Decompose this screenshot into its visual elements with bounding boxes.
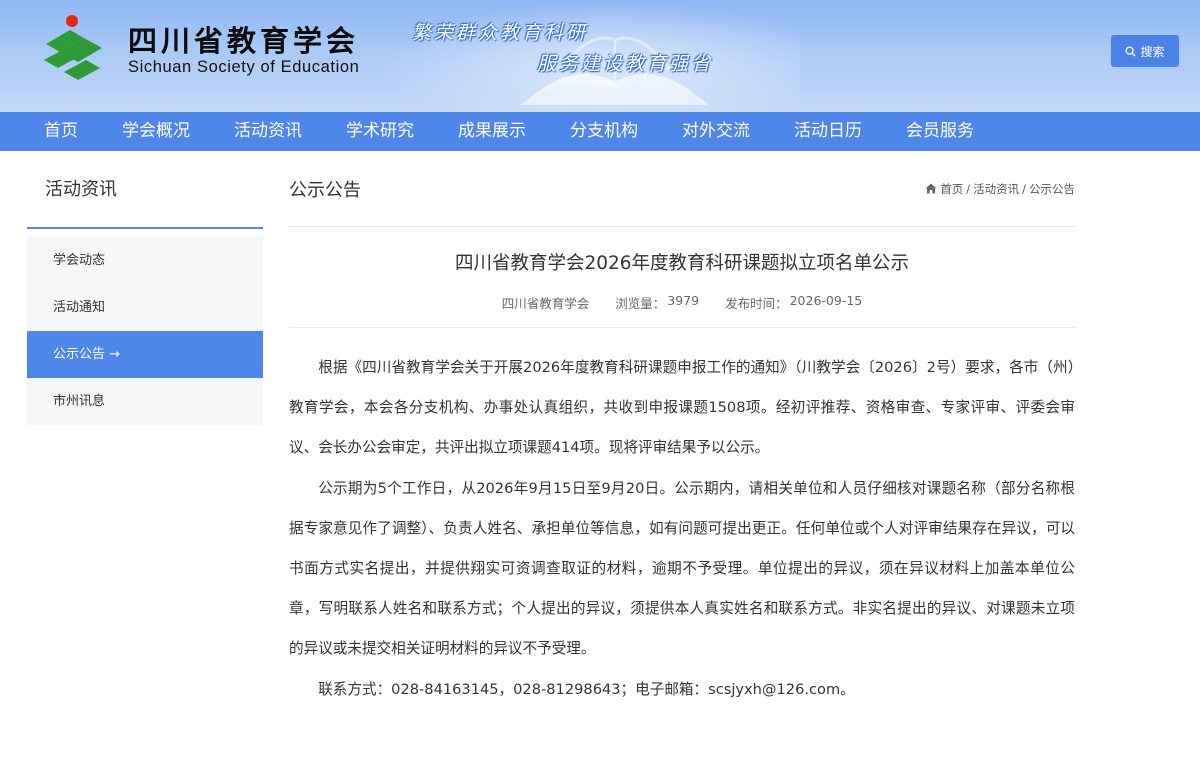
article-paragraph: 根据《四川省教育学会关于开展2026年度教育科研课题申报工作的通知》（川教学会〔… xyxy=(289,359,1075,457)
main-nav: 首页 学会概况 活动资讯 学术研究 成果展示 分支机构 对外交流 活动日历 会员… xyxy=(0,112,1200,151)
sidebar-item-city-news[interactable]: 市州讯息 xyxy=(27,378,263,425)
nav-item-branches[interactable]: 分支机构 xyxy=(548,112,660,151)
sidebar-item-announcements[interactable]: 公示公告 → xyxy=(27,331,263,378)
views-value: 3979 xyxy=(667,293,700,308)
article-title: 四川省教育学会2026年度教育科研课题拟立项名单公示 xyxy=(454,253,910,274)
nav-item-research[interactable]: 学术研究 xyxy=(324,112,436,151)
section-title: 公示公告 xyxy=(289,179,361,201)
breadcrumb: 首页 / 活动资讯 / 公示公告 xyxy=(925,181,1075,197)
article-body: 根据《四川省教育学会关于开展2026年度教育科研课题申报工作的通知》（川教学会〔… xyxy=(289,348,1075,710)
meta-divider xyxy=(289,327,1075,328)
date-value: 2026-09-15 xyxy=(789,293,863,308)
sidebar-list: 学会动态 活动通知 公示公告 → 市州讯息 xyxy=(27,237,263,425)
site-name-en: Sichuan Society of Education xyxy=(128,58,360,76)
contact-info: 联系方式：028-84163145，028-81298643；电子邮箱：scsj… xyxy=(318,680,855,698)
nav-item-about[interactable]: 学会概况 xyxy=(100,112,212,151)
sidebar-item-society-news[interactable]: 学会动态 xyxy=(27,237,263,284)
sidebar: 活动资讯 学会动态 活动通知 公示公告 → 市州讯息 xyxy=(27,151,263,425)
article-views: 浏览量： 3979 xyxy=(615,293,699,312)
search-button-label: 搜索 xyxy=(1140,44,1165,59)
breadcrumb-separator: / xyxy=(1022,181,1026,196)
site-name-cn: 四川省教育学会 xyxy=(128,24,360,58)
nav-item-exchange[interactable]: 对外交流 xyxy=(660,112,772,151)
sidebar-item-activity-notices[interactable]: 活动通知 xyxy=(27,284,263,331)
nav-item-members[interactable]: 会员服务 xyxy=(884,112,996,151)
article-paragraph: 公示期为5个工作日，从2026年9月15日至9月20日。公示期内，请相关单位和人… xyxy=(289,479,1075,658)
date-label: 发布时间： xyxy=(725,296,788,311)
search-button[interactable]: 搜索 xyxy=(1111,35,1179,67)
sidebar-title: 活动资讯 xyxy=(27,151,263,229)
site-header: 四川省教育学会 Sichuan Society of Education 繁荣群… xyxy=(0,0,1200,112)
nav-item-home[interactable]: 首页 xyxy=(22,112,100,151)
nav-item-calendar[interactable]: 活动日历 xyxy=(772,112,884,151)
breadcrumb-announcements[interactable]: 公示公告 xyxy=(1029,181,1075,197)
article-date: 发布时间： 2026-09-15 xyxy=(725,293,862,312)
article-meta: 四川省教育学会 浏览量： 3979 发布时间： 2026-09-15 xyxy=(289,293,1075,312)
nav-item-news[interactable]: 活动资讯 xyxy=(212,112,324,151)
views-label: 浏览量： xyxy=(615,296,666,311)
main-content: 公示公告 首页 / 活动资讯 / 公示公告 四川省教育学会2026年度教育科研课… xyxy=(289,151,1075,710)
article-source: 四川省教育学会 xyxy=(501,296,590,311)
breadcrumb-home[interactable]: 首页 xyxy=(940,181,963,197)
breadcrumb-activity-news[interactable]: 活动资讯 xyxy=(973,181,1019,197)
society-logo-icon xyxy=(44,15,102,80)
nav-item-achievements[interactable]: 成果展示 xyxy=(436,112,548,151)
slogan-line-1: 繁荣群众教育科研 xyxy=(412,22,589,44)
home-icon xyxy=(925,183,937,194)
slogan-line-2: 服务建设教育强省 xyxy=(537,53,714,75)
breadcrumb-separator: / xyxy=(966,181,971,196)
section-header: 公示公告 首页 / 活动资讯 / 公示公告 xyxy=(289,151,1075,227)
search-icon xyxy=(1125,45,1137,57)
